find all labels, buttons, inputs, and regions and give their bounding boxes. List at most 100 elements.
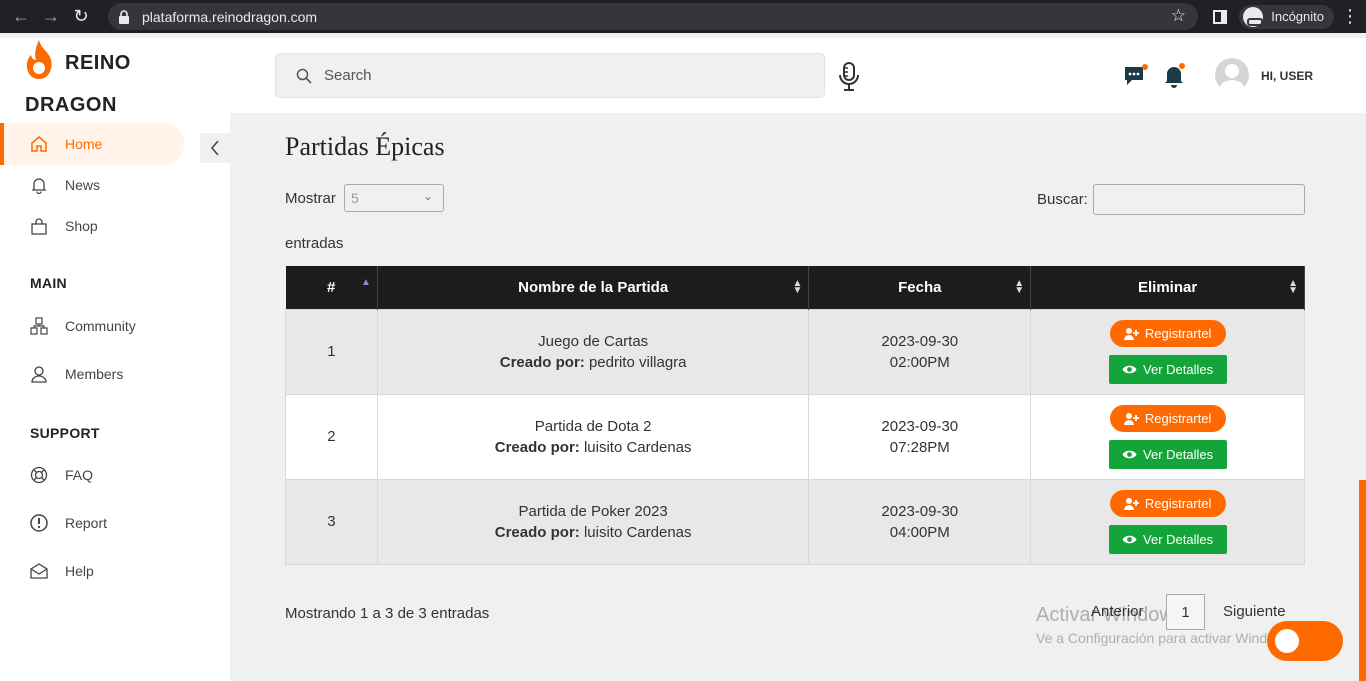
match-date: 2023-09-30 <box>881 502 959 520</box>
add-user-icon <box>1123 327 1139 340</box>
view-details-button[interactable]: Ver Detalles <box>1108 524 1227 554</box>
match-time: 02:00PM <box>889 353 950 371</box>
sidebar-item-label: Members <box>65 366 124 382</box>
match-date-cell: 2023-09-30 04:00PM <box>808 478 1032 565</box>
row-number: 2 <box>285 393 378 480</box>
community-icon <box>30 317 48 335</box>
microphone-icon[interactable] <box>838 62 860 92</box>
flame-logo-icon <box>26 40 52 79</box>
table-search-label: Buscar: <box>1037 191 1088 208</box>
sidebar-item-label: Help <box>65 563 94 579</box>
table-row: 3 Partida de Poker 2023 Creado por: luis… <box>285 478 1305 565</box>
alert-circle-icon <box>30 514 48 532</box>
search-icon <box>296 68 312 84</box>
entries-per-page-value: 5 <box>351 190 359 206</box>
chevron-left-icon <box>211 140 219 156</box>
sidebar-item-label: FAQ <box>65 467 94 483</box>
side-panel-icon[interactable] <box>1213 9 1228 24</box>
toggle-knob <box>1275 629 1299 653</box>
matches-table: # ▲ Nombre de la Partida ▲ ▼ Fecha ▲ ▼ Eli… <box>285 266 1305 565</box>
table-info-text: Mostrando 1 a 3 de 3 entradas <box>285 605 490 622</box>
theme-toggle[interactable] <box>1267 621 1343 661</box>
register-button-label: Registrartel <box>1144 325 1212 341</box>
envelope-icon <box>30 563 48 579</box>
view-details-button[interactable]: Ver Detalles <box>1108 354 1227 384</box>
user-greeting[interactable]: HI, USER <box>1261 69 1313 83</box>
match-date: 2023-09-30 <box>881 332 959 350</box>
actions-cell: Registrartel Ver Detalles <box>1030 308 1305 395</box>
browser-toolbar: ← → ↻ plataforma.reinodragon.com ☆ Incóg… <box>0 0 1366 33</box>
search-input[interactable]: Search <box>275 53 825 98</box>
column-header-delete[interactable]: Eliminar ▲ ▼ <box>1030 266 1305 309</box>
sidebar-item-news[interactable]: News <box>0 164 184 206</box>
match-name-cell: Partida de Poker 2023 Creado por: luisit… <box>376 478 810 565</box>
sidebar-item-faq[interactable]: FAQ <box>0 454 184 496</box>
sidebar-item-community[interactable]: Community <box>0 305 184 347</box>
sidebar-item-members[interactable]: Members <box>0 353 184 395</box>
reload-icon[interactable]: ↻ <box>66 0 96 33</box>
view-details-label: Ver Detalles <box>1143 361 1214 377</box>
incognito-icon <box>1243 6 1264 27</box>
match-date-cell: 2023-09-30 02:00PM <box>808 308 1032 395</box>
created-by-label: Creado por: <box>494 523 580 541</box>
sidebar-item-report[interactable]: Report <box>0 502 184 544</box>
lifebuoy-icon <box>30 466 48 484</box>
match-date: 2023-09-30 <box>881 417 959 435</box>
back-icon[interactable]: ← <box>6 0 36 33</box>
brand-name-line2: DRAGON <box>25 94 117 116</box>
sort-icon: ▲ ▼ <box>1014 278 1025 296</box>
match-name-cell: Juego de Cartas Creado por: pedrito vill… <box>376 308 810 395</box>
actions-cell: Registrartel Ver Detalles <box>1030 393 1305 480</box>
show-entries-label: Mostrar <box>285 190 336 207</box>
sort-icon: ▲ ▼ <box>1288 278 1298 296</box>
match-name: Partida de Poker 2023 <box>518 502 668 520</box>
register-button[interactable]: Registrartel <box>1109 319 1226 347</box>
sort-icon: ▲ ▼ <box>792 278 803 296</box>
scrollbar-thumb[interactable] <box>1359 480 1366 681</box>
row-number: 3 <box>285 478 378 565</box>
home-icon <box>31 136 47 152</box>
column-header-name[interactable]: Nombre de la Partida ▲ ▼ <box>377 266 810 309</box>
bell-notification-dot <box>1179 63 1185 69</box>
incognito-badge[interactable]: Incógnito <box>1239 4 1334 29</box>
sidebar-item-help[interactable]: Help <box>0 550 184 592</box>
bookmark-star-icon[interactable]: ☆ <box>1171 6 1186 26</box>
section-title-support: SUPPORT <box>30 425 100 441</box>
address-bar[interactable]: plataforma.reinodragon.com ☆ <box>108 3 1198 30</box>
register-button[interactable]: Registrartel <box>1109 404 1226 432</box>
view-details-label: Ver Detalles <box>1143 446 1214 462</box>
row-number: 1 <box>285 308 378 395</box>
browser-menu-icon[interactable]: ⋮ <box>1334 6 1366 27</box>
column-header-number[interactable]: # ▲ <box>285 266 378 309</box>
pagination-previous[interactable]: Anterior <box>1091 603 1144 620</box>
register-button-label: Registrartel <box>1144 495 1212 511</box>
sidebar-item-shop[interactable]: Shop <box>0 205 184 247</box>
table-search-input[interactable] <box>1093 184 1305 215</box>
sidebar-collapse-button[interactable] <box>200 133 230 163</box>
sidebar-item-label: Report <box>65 515 108 531</box>
table-row: 2 Partida de Dota 2 Creado por: luisito … <box>285 393 1305 480</box>
match-creator: luisito Cardenas <box>583 523 692 541</box>
bell-icon <box>31 178 47 194</box>
sidebar-item-home[interactable]: Home <box>0 123 184 165</box>
sort-asc-icon: ▲ <box>360 277 371 288</box>
column-header-date[interactable]: Fecha ▲ ▼ <box>808 266 1032 309</box>
add-user-icon <box>1123 497 1139 510</box>
entries-per-page-select[interactable]: 5 ⌄ <box>344 184 444 212</box>
pagination-next[interactable]: Siguiente <box>1223 603 1286 620</box>
actions-cell: Registrartel Ver Detalles <box>1030 478 1305 565</box>
view-details-label: Ver Detalles <box>1143 531 1214 547</box>
match-time: 07:28PM <box>889 438 950 456</box>
avatar[interactable] <box>1215 58 1249 92</box>
register-button[interactable]: Registrartel <box>1109 489 1226 517</box>
pagination-page-1[interactable]: 1 <box>1166 594 1205 630</box>
eye-icon <box>1122 535 1137 543</box>
eye-icon <box>1122 365 1137 373</box>
chat-notification-dot <box>1142 64 1148 70</box>
forward-icon[interactable]: → <box>36 0 66 33</box>
column-header-label: Nombre de la Partida <box>518 278 669 296</box>
view-details-button[interactable]: Ver Detalles <box>1108 439 1227 469</box>
column-header-label: Fecha <box>898 278 942 296</box>
bag-icon <box>31 218 47 235</box>
table-row: 1 Juego de Cartas Creado por: pedrito vi… <box>285 308 1305 395</box>
